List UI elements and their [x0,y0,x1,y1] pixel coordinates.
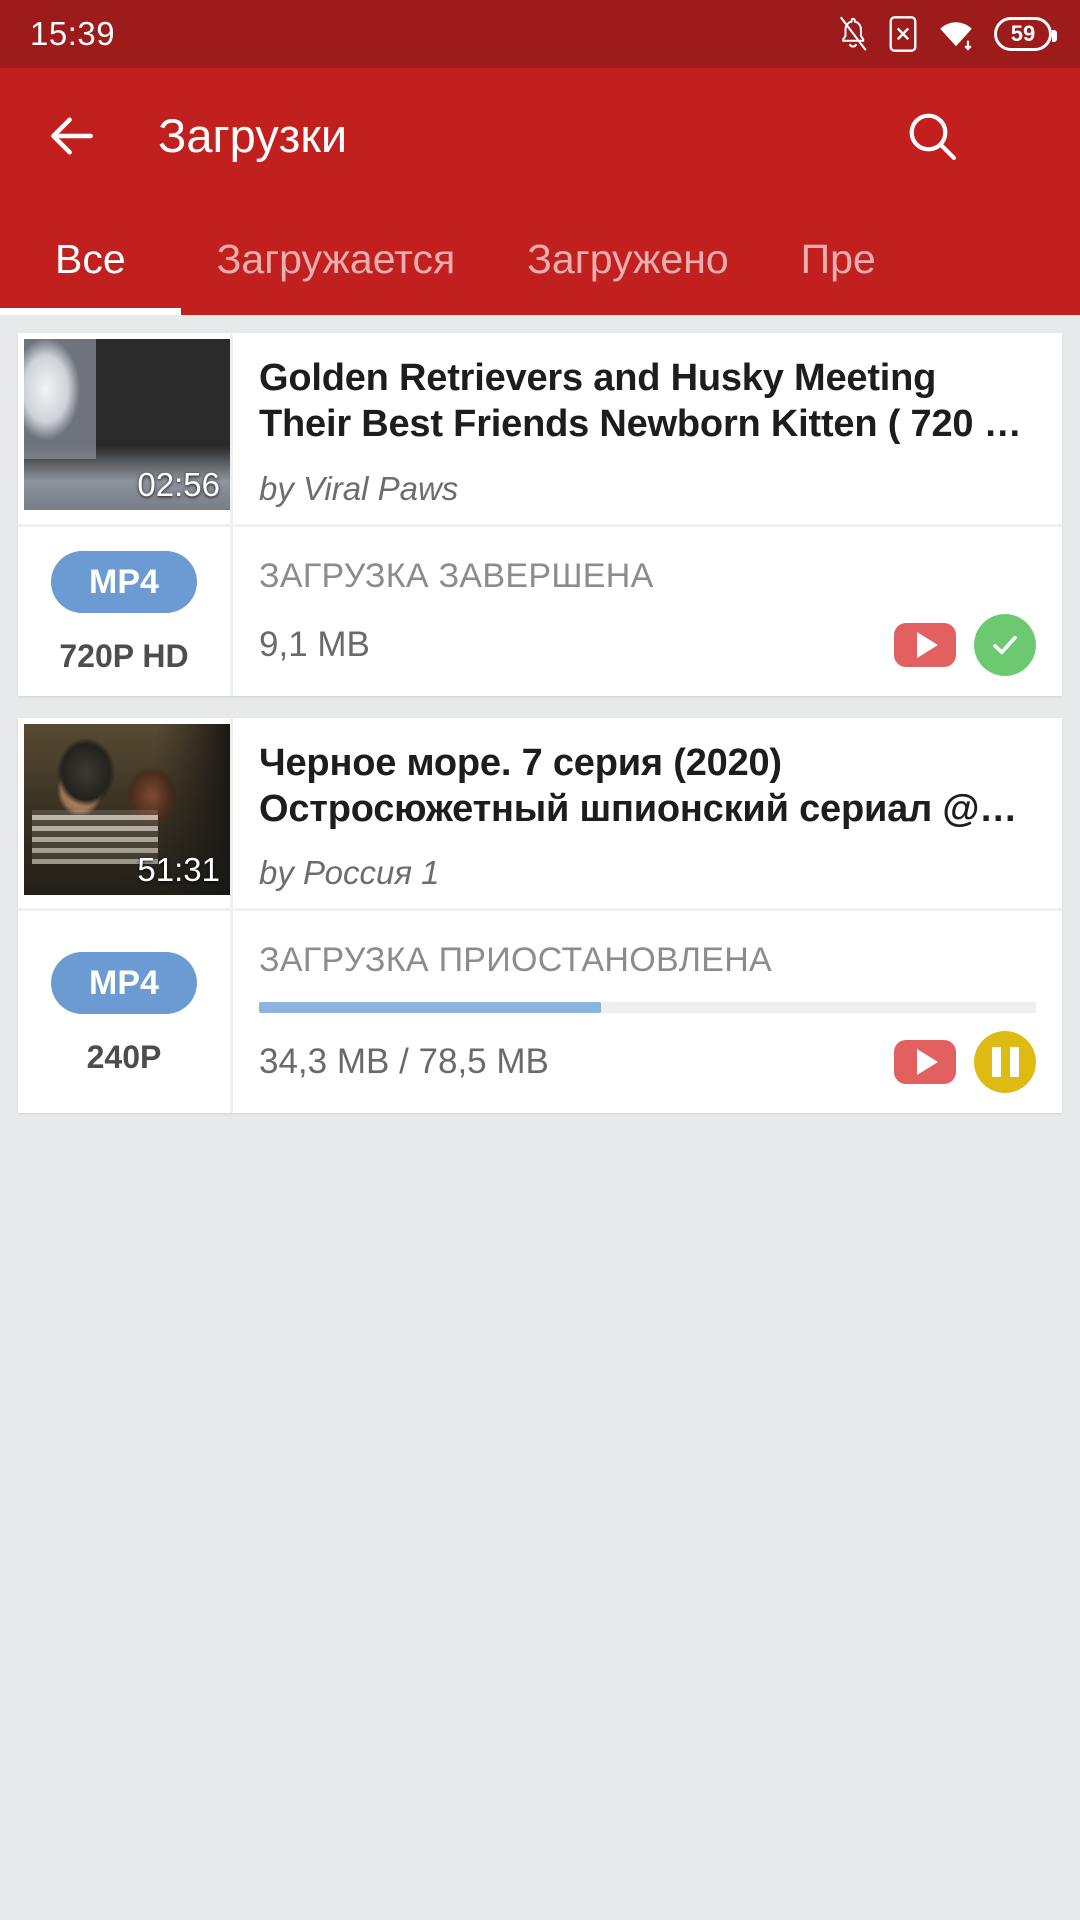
video-duration: 02:56 [137,466,220,503]
status-bar-icons: 59 [836,15,1057,53]
download-item-details: MP4 240P ЗАГРУЗКА ПРИОСТАНОВЛЕНА 34,3 MB… [18,908,1062,1114]
status-column: ЗАГРУЗКА ЗАВЕРШЕНА 9,1 MB [230,526,1062,696]
tab-downloaded[interactable]: Загружено [491,203,765,315]
video-author: by Viral Paws [259,469,459,507]
item-actions [894,1031,1036,1094]
pause-glyph [991,1047,1019,1078]
back-arrow-icon[interactable] [44,108,100,164]
video-title: Черное море. 7 серия (2020) Остросюжетны… [259,741,1018,831]
download-item-header: 02:56 Golden Retrievers and Husky Meetin… [18,333,1062,524]
page-title: Загрузки [158,109,348,162]
tab-label: Все [55,235,126,282]
check-glyph [993,635,1017,654]
format-badge[interactable]: MP4 [51,952,197,1015]
progress-bar-fill [259,1002,601,1014]
tab-bar: Все Загружается Загружено Пре [0,203,1080,315]
video-info: Черное море. 7 серия (2020) Остросюжетны… [230,717,1062,909]
progress-bar [259,1002,1036,1014]
video-thumbnail[interactable]: 02:56 [24,339,230,510]
quality-label: 720P HD [59,638,189,675]
wifi-icon [940,22,972,51]
app-bar: Загрузки [0,68,1080,203]
overflow-menu-icon[interactable] [1020,108,1042,164]
tab-all[interactable]: Все [0,203,181,315]
download-item[interactable]: 02:56 Golden Retrievers and Husky Meetin… [18,333,1062,696]
status-text: ЗАГРУЗКА ЗАВЕРШЕНА [259,556,654,595]
status-text: ЗАГРУЗКА ПРИОСТАНОВЛЕНА [259,941,773,980]
pause-circle-icon[interactable] [974,1031,1036,1094]
status-bar-clock: 15:39 [30,15,116,52]
play-triangle [916,631,938,658]
tab-label: Пре [800,235,876,282]
item-actions [894,613,1036,676]
video-author: by Россия 1 [259,854,440,892]
download-item[interactable]: 51:31 Черное море. 7 серия (2020) Острос… [18,717,1062,1114]
sim-x-icon [889,16,917,52]
thumbnail-container[interactable]: 02:56 [18,333,230,524]
check-circle-icon[interactable] [974,613,1036,676]
format-column: MP4 240P [18,911,230,1113]
video-duration: 51:31 [137,850,220,888]
play-triangle [916,1049,938,1076]
tab-downloading[interactable]: Загружается [181,203,492,315]
youtube-play-icon[interactable] [894,1040,956,1085]
bell-muted-icon [839,16,867,51]
status-bar: 15:39 59 [0,0,1080,68]
tab-label: Загружено [527,235,729,282]
status-row: 34,3 MB / 78,5 MB [259,1031,1036,1094]
status-column: ЗАГРУЗКА ПРИОСТАНОВЛЕНА 34,3 MB / 78,5 M… [230,911,1062,1114]
youtube-play-icon[interactable] [894,622,956,667]
tab-label: Загружается [216,235,456,282]
download-item-details: MP4 720P HD ЗАГРУЗКА ЗАВЕРШЕНА 9,1 MB [18,523,1062,696]
thumbnail-container[interactable]: 51:31 [18,718,230,909]
status-row: 9,1 MB [259,613,1036,676]
file-size-label: 34,3 MB / 78,5 MB [259,1042,549,1082]
video-info: Golden Retrievers and Husky Meeting Thei… [230,333,1062,524]
tab-preview[interactable]: Пре [765,203,912,315]
format-column: MP4 720P HD [18,527,230,696]
download-item-header: 51:31 Черное море. 7 серия (2020) Острос… [18,717,1062,909]
search-icon[interactable] [904,108,960,164]
quality-label: 240P [86,1039,162,1076]
video-title: Golden Retrievers and Husky Meeting Thei… [259,357,1022,446]
format-badge[interactable]: MP4 [51,551,197,614]
file-size-label: 9,1 MB [259,624,370,664]
battery-icon: 59 [994,17,1057,51]
video-thumbnail[interactable]: 51:31 [24,723,230,895]
battery-level-label: 59 [1010,21,1036,46]
downloads-list: 02:56 Golden Retrievers and Husky Meetin… [0,315,1080,1114]
